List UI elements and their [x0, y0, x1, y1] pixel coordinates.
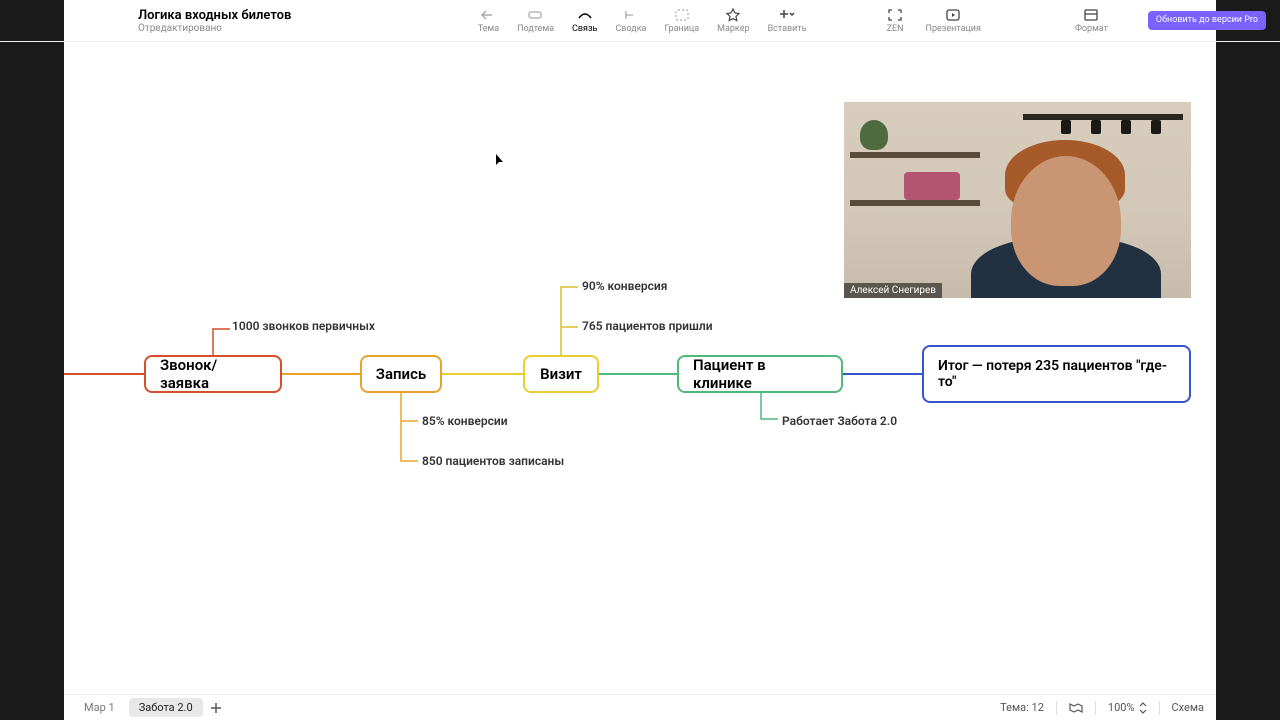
- toolbar-right: ZEN Презентация Формат Обновить до верси…: [887, 7, 1266, 34]
- back-icon: [480, 7, 496, 23]
- tool-presentation[interactable]: Презентация: [926, 7, 981, 34]
- letterbox-left: [0, 0, 64, 720]
- node-patient-clinic[interactable]: Пациент в клинике: [677, 355, 843, 393]
- map-mode-icon[interactable]: [1069, 702, 1083, 714]
- tool-format[interactable]: Формат: [1075, 7, 1108, 34]
- tool-link[interactable]: Связь: [572, 7, 597, 34]
- status-bar-right: Тема: 12 100% Схема: [1000, 701, 1216, 715]
- add-tab-button[interactable]: [207, 699, 225, 717]
- document-status: Отредактировано: [138, 23, 291, 34]
- letterbox-right: [1216, 0, 1280, 720]
- note-calls[interactable]: 1000 звонков первичных: [232, 319, 375, 333]
- bottom-bar: Map 1 Забота 2.0 Тема: 12 100% Схема: [64, 694, 1216, 720]
- subtopic-icon: [528, 7, 544, 23]
- top-toolbar: Логика входных билетов Отредактировано Т…: [0, 0, 1280, 42]
- note-850patients[interactable]: 850 пациентов записаны: [422, 454, 564, 468]
- note-765patients[interactable]: 765 пациентов пришли: [582, 319, 713, 333]
- play-icon: [945, 7, 961, 23]
- link-icon: [577, 7, 593, 23]
- node-call-request[interactable]: Звонок/заявка: [144, 355, 282, 393]
- tool-zen[interactable]: ZEN: [887, 7, 904, 34]
- tool-insert[interactable]: Вставить: [768, 7, 807, 34]
- tool-border[interactable]: Граница: [664, 7, 699, 34]
- zoom-stepper-icon: [1139, 702, 1147, 714]
- tool-subtopic[interactable]: Подтема: [517, 7, 554, 34]
- note-zabota[interactable]: Работает Забота 2.0: [782, 414, 897, 428]
- mouse-cursor: [496, 154, 506, 168]
- document-title-block: Логика входных билетов Отредактировано: [138, 8, 291, 34]
- upgrade-button[interactable]: Обновить до версии Pro: [1148, 11, 1266, 29]
- fullscreen-icon: [887, 7, 903, 23]
- summary-icon: [623, 7, 639, 23]
- zoom-level[interactable]: 100%: [1108, 701, 1147, 714]
- presenter-name: Алексей Снегирев: [844, 283, 942, 298]
- tab-map1[interactable]: Map 1: [74, 698, 125, 717]
- format-icon: [1083, 7, 1099, 23]
- toolbar-center: Тема Подтема Связь Сводка Граница Маркер…: [478, 7, 807, 34]
- tool-marker[interactable]: Маркер: [717, 7, 749, 34]
- note-85pct[interactable]: 85% конверсии: [422, 414, 508, 428]
- sheet-tabs: Map 1 Забота 2.0: [64, 698, 225, 717]
- diagram-canvas[interactable]: Звонок/заявка Запись Визит Пациент в кли…: [64, 42, 1216, 694]
- document-title: Логика входных билетов: [138, 8, 291, 23]
- star-icon: [725, 7, 741, 23]
- tool-theme[interactable]: Тема: [478, 7, 499, 34]
- scheme-button[interactable]: Схема: [1172, 701, 1204, 714]
- presenter-webcam[interactable]: Алексей Снегирев: [844, 102, 1191, 298]
- node-record[interactable]: Запись: [360, 355, 442, 393]
- topic-count: Тема: 12: [1000, 701, 1044, 714]
- node-visit[interactable]: Визит: [523, 355, 599, 393]
- note-90pct[interactable]: 90% конверсия: [582, 279, 667, 293]
- tool-summary[interactable]: Сводка: [615, 7, 646, 34]
- node-result[interactable]: Итог — потеря 235 пациентов "где-то": [922, 345, 1191, 403]
- border-icon: [674, 7, 690, 23]
- plus-icon: [779, 7, 795, 23]
- tab-zabota[interactable]: Забота 2.0: [129, 698, 203, 717]
